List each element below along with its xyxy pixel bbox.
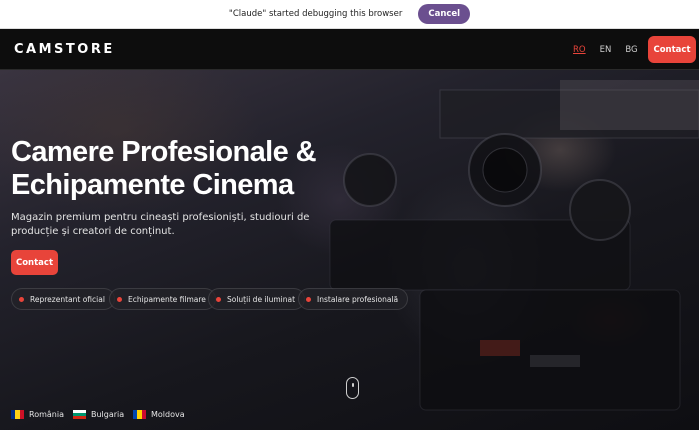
cancel-debug-button[interactable]: Cancel	[418, 4, 471, 24]
site-header: CAMSTORE RO EN BG Contact	[0, 29, 699, 70]
country-moldova: Moldova	[133, 410, 185, 419]
country-romania: România	[11, 410, 64, 419]
feature-badge-label: Soluții de iluminat	[227, 294, 296, 304]
hero-title-line-1: Camere Profesionale &	[11, 136, 317, 168]
hero-section: Camere Profesionale & Echipamente Cinema…	[0, 70, 699, 430]
header-contact-button[interactable]: Contact	[648, 36, 696, 63]
moldova-flag-icon	[133, 410, 146, 419]
hero-title-line-2: Echipamente Cinema	[11, 169, 294, 201]
country-bulgaria: Bulgaria	[73, 410, 124, 419]
feature-badge-label: Instalare profesională	[317, 294, 399, 304]
scroll-down-indicator[interactable]	[346, 377, 359, 399]
debug-banner: "Claude" started debugging this browser …	[0, 0, 699, 29]
country-label: România	[29, 410, 64, 419]
logo[interactable]: CAMSTORE	[14, 42, 115, 57]
feature-badge-installation: Instalare profesională	[298, 288, 409, 310]
country-label: Bulgaria	[91, 410, 125, 419]
hero-title: Camere Profesionale & Echipamente Cinema	[11, 136, 431, 202]
country-label: Moldova	[151, 410, 185, 419]
feature-badge-filming: Echipamente filmare	[109, 288, 216, 310]
red-dot-icon	[19, 296, 24, 302]
cinema-camera-background-image	[329, 80, 699, 411]
hero-subtitle: Magazin premium pentru cineaști profesio…	[11, 212, 310, 237]
feature-badge-lighting: Soluții de iluminat	[208, 288, 306, 310]
hero-contact-button[interactable]: Contact	[11, 250, 58, 275]
feature-badge-label: Echipamente filmare	[128, 294, 206, 304]
mouse-scroll-icon	[351, 383, 354, 387]
feature-badge-label: Reprezentant oficial	[30, 294, 105, 304]
red-dot-icon	[306, 296, 311, 302]
lang-ro-link[interactable]: RO	[573, 45, 586, 55]
lang-bg-link[interactable]: BG	[625, 45, 637, 55]
lang-en-link[interactable]: EN	[600, 45, 612, 55]
red-dot-icon	[216, 296, 221, 302]
feature-badge-official: Reprezentant oficial	[11, 288, 115, 310]
romania-flag-icon	[11, 410, 24, 419]
language-switcher: RO EN BG	[573, 45, 638, 55]
red-dot-icon	[117, 296, 122, 302]
bulgaria-flag-icon	[73, 410, 86, 419]
debug-message: "Claude" started debugging this browser	[228, 9, 403, 19]
